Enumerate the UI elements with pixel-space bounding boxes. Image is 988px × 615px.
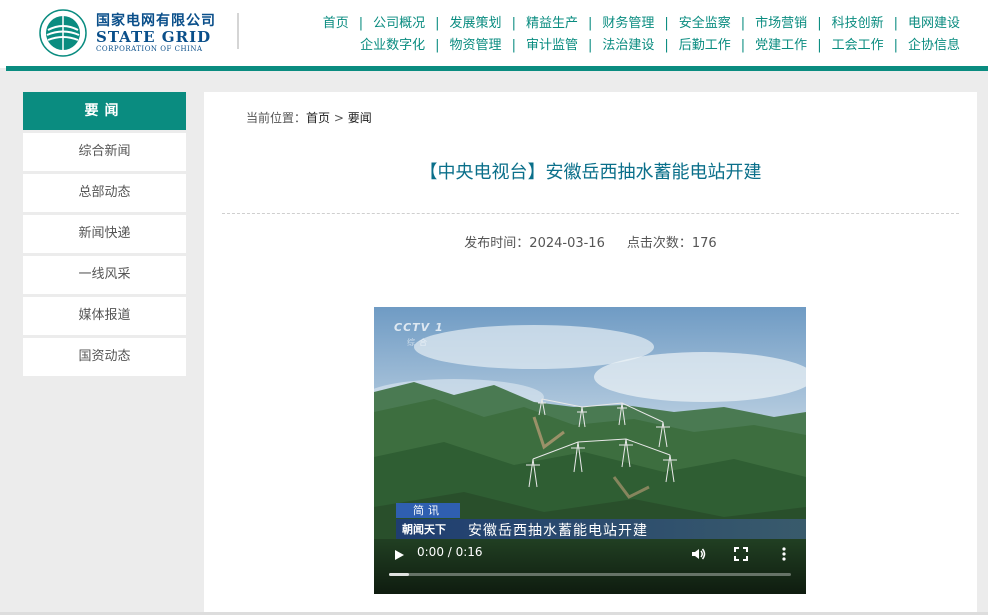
nav-row2-item-2[interactable]: 审计监管: [526, 38, 578, 53]
nav-row2-item-4[interactable]: 后勤工作: [679, 38, 731, 53]
views-count: 176: [691, 236, 717, 251]
nav-row2-item-5[interactable]: 党建工作: [755, 38, 807, 53]
nav-separator: |: [511, 16, 516, 31]
play-icon[interactable]: [392, 548, 406, 562]
nav-row1-item-8[interactable]: 电网建设: [908, 16, 960, 31]
sidebar-heading[interactable]: 要闻: [23, 92, 186, 130]
sidebar-item-hq-news[interactable]: 总部动态: [23, 174, 186, 212]
nav-row1-item-7[interactable]: 科技创新: [832, 16, 884, 31]
nav-row1-item-6[interactable]: 市场营销: [755, 16, 807, 31]
sidebar-item-frontline[interactable]: 一线风采: [23, 256, 186, 294]
cctv-channel-subtitle: 综合: [407, 338, 431, 347]
news-ticker-text: 安徽岳西抽水蓄能电站开建: [468, 523, 648, 539]
sidebar-item-sasac-news[interactable]: 国资动态: [23, 338, 186, 376]
nav-separator: |: [358, 16, 364, 31]
nav-separator: |: [587, 16, 593, 31]
main-nav-row-2: 企业数字化 | 物资管理 | 审计监管 | 法治建设 | 后勤工作 | 党建工作 | 工会工作 | 企协信息: [360, 34, 960, 53]
video-time: 0:00 / 0:16: [417, 545, 483, 559]
nav-row2-item-0[interactable]: 企业数字化: [360, 38, 425, 53]
nav-separator: |: [740, 38, 746, 53]
nav-row1-item-5[interactable]: 安全监察: [679, 16, 731, 31]
site-header: 国家电网有限公司 STATE GRID CORPORATION OF CHINA…: [0, 0, 988, 68]
video-progress-bar[interactable]: [389, 573, 791, 576]
nav-row2-item-6[interactable]: 工会工作: [832, 38, 884, 53]
main-nav-row-1: 首页 | 公司概况 | 发展策划 | 精益生产 | 财务管理 | 安全监察 | 市场营销 | 科技创新 | 电网…: [323, 12, 960, 31]
nav-separator: |: [817, 38, 822, 53]
news-ticker-tag: 简讯: [396, 503, 460, 518]
logo-english-subtitle: CORPORATION OF CHINA: [96, 44, 203, 53]
sidebar: 要闻 综合新闻 总部动态 新闻快递 一线风采 媒体报道 国资动态: [23, 92, 186, 376]
breadcrumb: 当前位置：首页 > 要闻: [246, 109, 372, 126]
header-divider-bar: [6, 66, 988, 71]
logo-divider: [237, 13, 239, 49]
breadcrumb-separator: >: [330, 111, 348, 125]
nav-row2-item-3[interactable]: 法治建设: [602, 38, 654, 53]
fullscreen-icon[interactable]: [734, 547, 748, 561]
article-meta: 发布时间：2024-03-16 点击次数：176: [204, 232, 977, 251]
views-label: 点击次数：: [626, 236, 692, 251]
state-grid-logo[interactable]: 国家电网有限公司 STATE GRID CORPORATION OF CHINA: [38, 8, 216, 58]
nav-row2-item-1[interactable]: 物资管理: [450, 38, 502, 53]
logo-chinese-name: 国家电网有限公司: [96, 12, 216, 29]
breadcrumb-home-link[interactable]: 首页: [306, 111, 330, 125]
nav-separator: |: [817, 16, 822, 31]
breadcrumb-current[interactable]: 要闻: [348, 111, 372, 125]
news-ticker-bar: 朝闻天下 安徽岳西抽水蓄能电站开建: [396, 519, 806, 539]
nav-row2-item-7[interactable]: 企协信息: [908, 38, 960, 53]
nav-separator: |: [893, 16, 898, 31]
nav-row1-item-1[interactable]: 公司概况: [373, 16, 425, 31]
sidebar-item-news-express[interactable]: 新闻快递: [23, 215, 186, 253]
nav-row1-item-2[interactable]: 发展策划: [450, 16, 502, 31]
publish-date: 2024-03-16: [529, 236, 605, 251]
volume-icon[interactable]: [690, 546, 706, 562]
sidebar-item-general-news[interactable]: 综合新闻: [23, 133, 186, 171]
more-options-icon[interactable]: [778, 546, 790, 562]
article-title: 【中央电视台】安徽岳西抽水蓄能电站开建: [419, 162, 762, 183]
sidebar-item-media-reports[interactable]: 媒体报道: [23, 297, 186, 335]
title-divider: [222, 213, 959, 214]
video-controls: 0:00 / 0:16: [374, 539, 806, 594]
video-progress-fill: [389, 573, 410, 576]
nav-separator: |: [664, 16, 669, 31]
nav-separator: |: [435, 38, 440, 53]
news-program-name: 朝闻天下: [402, 523, 446, 536]
nav-separator: |: [740, 16, 746, 31]
nav-separator: |: [664, 38, 669, 53]
nav-separator: |: [587, 38, 593, 53]
nav-separator: |: [511, 38, 516, 53]
logo-english-name: STATE GRID: [96, 27, 212, 46]
breadcrumb-label: 当前位置：: [246, 111, 307, 125]
state-grid-emblem-icon: [39, 9, 87, 57]
nav-separator: |: [893, 38, 898, 53]
logo-text: 国家电网有限公司 STATE GRID CORPORATION OF CHINA: [96, 13, 216, 54]
nav-row1-item-3[interactable]: 精益生产: [526, 16, 578, 31]
cctv-channel-logo: CCTV 1: [394, 321, 444, 334]
article-panel: 当前位置：首页 > 要闻 【中央电视台】安徽岳西抽水蓄能电站开建 发布时间：20…: [204, 92, 977, 615]
publish-label: 发布时间：: [464, 236, 530, 251]
video-player[interactable]: CCTV 1 综合 简讯 朝闻天下 安徽岳西抽水蓄能电站开建 0:00 / 0:…: [374, 307, 806, 594]
nav-row1-item-0[interactable]: 首页: [323, 16, 349, 31]
nav-separator: |: [435, 16, 440, 31]
nav-row1-item-4[interactable]: 财务管理: [602, 16, 654, 31]
